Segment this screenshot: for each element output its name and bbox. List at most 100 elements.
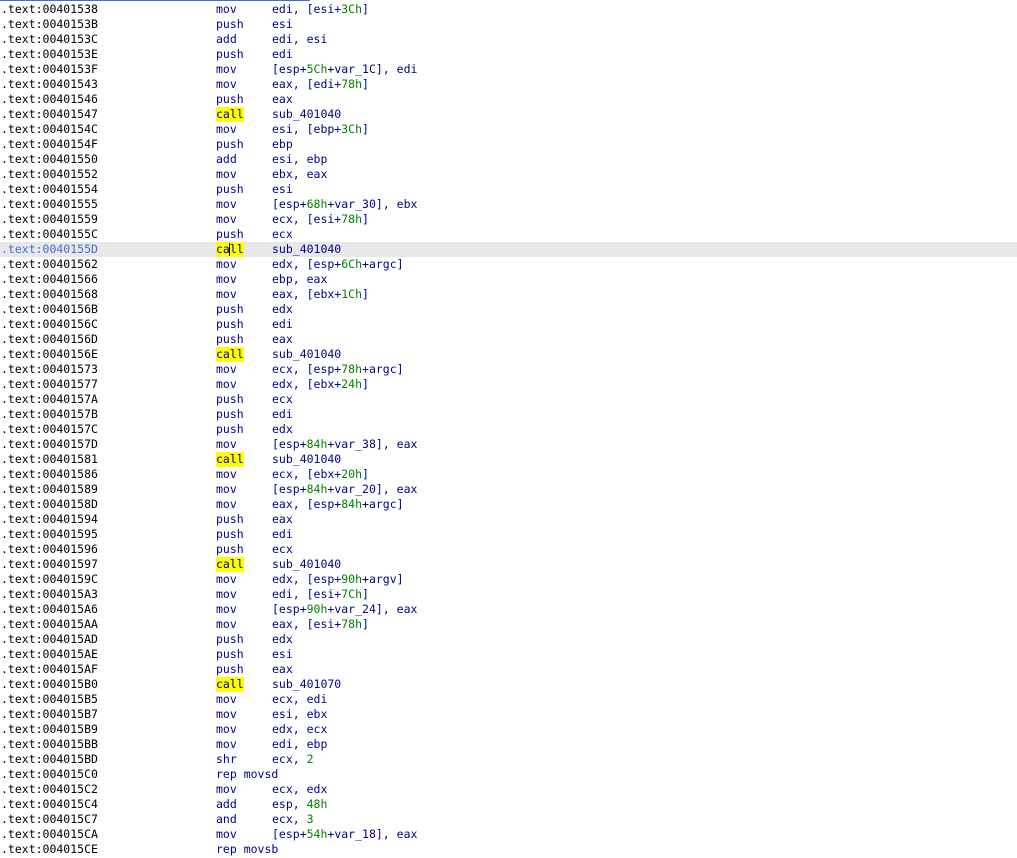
instruction-row[interactable]: .text:00401559 mov ecx, [esi+78h]	[0, 212, 1017, 227]
instruction-address: .text:00401595	[1, 527, 98, 541]
instruction-row[interactable]: .text:00401554 push esi	[0, 182, 1017, 197]
instruction-row[interactable]: .text:00401546 push eax	[0, 92, 1017, 107]
instruction-row[interactable]: .text:004015A6 mov [esp+90h+var_24], eax	[0, 602, 1017, 617]
instruction-row[interactable]: .text:004015B9 mov edx, ecx	[0, 722, 1017, 737]
instruction-address: .text:0040156E	[1, 347, 98, 361]
instruction-row[interactable]: .text:00401589 mov [esp+84h+var_20], eax	[0, 482, 1017, 497]
instruction-mnemonic: mov	[216, 497, 237, 511]
operand-text: esp,	[272, 797, 307, 811]
operand-text: +var_24], eax	[327, 602, 418, 616]
instruction-row[interactable]: .text:0040155C push ecx	[0, 227, 1017, 242]
operand-number: 54h	[306, 827, 328, 841]
operand-number: 84h	[341, 497, 363, 511]
instruction-row[interactable]: .text:00401552 mov ebx, eax	[0, 167, 1017, 182]
operand-text: edi	[272, 47, 293, 61]
instruction-row[interactable]: .text:0040157B push edi	[0, 407, 1017, 422]
instruction-row[interactable]: .text:0040159C mov edx, [esp+90h+argv]	[0, 572, 1017, 587]
instruction-address: .text:00401594	[1, 512, 98, 526]
instruction-address: .text:00401566	[1, 272, 98, 286]
instruction-row[interactable]: .text:00401543 mov eax, [edi+78h]	[0, 77, 1017, 92]
instruction-row[interactable]: .text:0040157A push ecx	[0, 392, 1017, 407]
instruction-row[interactable]: .text:004015B5 mov ecx, edi	[0, 692, 1017, 707]
instruction-operands: ebp, eax	[272, 272, 327, 287]
instruction-address: .text:004015AA	[1, 617, 98, 631]
instruction-operands: esi	[272, 647, 293, 662]
instruction-row[interactable]: .text:0040158D mov eax, [esp+84h+argc]	[0, 497, 1017, 512]
operand-text: ]	[362, 467, 369, 481]
operand-text: ebp	[272, 137, 293, 151]
instruction-row[interactable]: .text:0040156C push edi	[0, 317, 1017, 332]
instruction-row[interactable]: .text:0040154C mov esi, [ebp+3Ch]	[0, 122, 1017, 137]
instruction-row[interactable]: .text:0040157C push edx	[0, 422, 1017, 437]
instruction-row[interactable]: .text:0040153C add edi, esi	[0, 32, 1017, 47]
instruction-row[interactable]: .text:004015C2 mov ecx, edx	[0, 782, 1017, 797]
instruction-row[interactable]: .text:0040156B push edx	[0, 302, 1017, 317]
instruction-row[interactable]: .text:004015BD shr ecx, 2	[0, 752, 1017, 767]
instruction-row[interactable]: .text:00401547 call sub_401040	[0, 107, 1017, 122]
operand-text: ]	[362, 2, 369, 16]
instruction-operands: ecx, [esp+78h+argc]	[272, 362, 404, 377]
instruction-mnemonic: push	[216, 392, 244, 406]
operand-text: ecx, [ebx+	[272, 467, 342, 481]
instruction-operands: [esp+84h+var_38], eax	[272, 437, 417, 452]
instruction-row[interactable]: .text:0040155Dcallsub_401040	[0, 242, 1017, 257]
instruction-row[interactable]: .text:004015CE rep movsb	[0, 842, 1017, 857]
instruction-row[interactable]: .text:004015AE push esi	[0, 647, 1017, 662]
instruction-row[interactable]: .text:00401594 push eax	[0, 512, 1017, 527]
operand-text: eax	[272, 92, 293, 106]
instruction-row[interactable]: .text:004015B7 mov esi, ebx	[0, 707, 1017, 722]
instruction-row[interactable]: .text:004015C0 rep movsd	[0, 767, 1017, 782]
instruction-mnemonic: call	[216, 452, 244, 467]
instruction-mnemonic: push	[216, 227, 244, 241]
operand-text: eax, [esi+	[272, 617, 342, 631]
instruction-row[interactable]: .text:0040156E call sub_401040	[0, 347, 1017, 362]
instruction-row[interactable]: .text:00401586 mov ecx, [ebx+20h]	[0, 467, 1017, 482]
instruction-row[interactable]: .text:004015B0 call sub_401070	[0, 677, 1017, 692]
instruction-row[interactable]: .text:004015AF push eax	[0, 662, 1017, 677]
instruction-row[interactable]: .text:00401581 call sub_401040	[0, 452, 1017, 467]
instruction-mnemonic: mov	[216, 77, 237, 91]
operand-text: edx	[272, 632, 293, 646]
instruction-row[interactable]: .text:004015AD push edx	[0, 632, 1017, 647]
operand-text: ecx,	[272, 812, 307, 826]
instruction-row[interactable]: .text:0040153E push edi	[0, 47, 1017, 62]
instruction-row[interactable]: .text:00401597 call sub_401040	[0, 557, 1017, 572]
instruction-row[interactable]: .text:004015CA mov [esp+54h+var_18], eax	[0, 827, 1017, 842]
instruction-address: .text:004015AD	[1, 632, 98, 646]
instruction-row[interactable]: .text:00401550 add esi, ebp	[0, 152, 1017, 167]
instruction-row[interactable]: .text:00401573 mov ecx, [esp+78h+argc]	[0, 362, 1017, 377]
instruction-row[interactable]: .text:0040153F mov [esp+5Ch+var_1C], edi	[0, 62, 1017, 77]
instruction-row[interactable]: .text:004015BB mov edi, ebp	[0, 737, 1017, 752]
disassembly-view[interactable]: .text:00401538 mov edi, [esi+3Ch] .text:004…	[0, 0, 1017, 858]
instruction-row[interactable]: .text:00401555 mov [esp+68h+var_30], ebx	[0, 197, 1017, 212]
instruction-row[interactable]: .text:00401577 mov edx, [ebx+24h]	[0, 377, 1017, 392]
instruction-mnemonic: add	[216, 797, 237, 811]
instruction-row[interactable]: .text:00401562 mov edx, [esp+6Ch+argc]	[0, 257, 1017, 272]
instruction-row[interactable]: .text:004015C4 add esp, 48h	[0, 797, 1017, 812]
operand-text: edi, ebp	[272, 737, 328, 751]
operand-text: ecx	[272, 392, 293, 406]
instruction-address: .text:00401589	[1, 482, 98, 496]
instruction-row[interactable]: .text:0040156D push eax	[0, 332, 1017, 347]
instruction-row[interactable]: .text:004015C7 and ecx, 3	[0, 812, 1017, 827]
operand-text: ebx, eax	[272, 167, 328, 181]
instruction-mnemonic: add	[216, 152, 237, 166]
instruction-row[interactable]: .text:00401538 mov edi, [esi+3Ch]	[0, 2, 1017, 17]
operand-number: 78h	[341, 362, 363, 376]
instruction-row[interactable]: .text:004015AA mov eax, [esi+78h]	[0, 617, 1017, 632]
instruction-row[interactable]: .text:0040154F push ebp	[0, 137, 1017, 152]
instruction-row[interactable]: .text:0040153B push esi	[0, 17, 1017, 32]
instruction-mnemonic: mov	[216, 167, 237, 181]
instruction-mnemonic: push	[216, 182, 244, 196]
instruction-row[interactable]: .text:0040157D mov [esp+84h+var_38], eax	[0, 437, 1017, 452]
instruction-row[interactable]: .text:00401568 mov eax, [ebx+1Ch]	[0, 287, 1017, 302]
operand-text: edx	[272, 302, 293, 316]
instruction-row[interactable]: .text:00401595 push edi	[0, 527, 1017, 542]
instruction-row[interactable]: .text:004015A3 mov edi, [esi+7Ch]	[0, 587, 1017, 602]
instruction-operands: eax, [edi+78h]	[272, 77, 369, 92]
instruction-row[interactable]: .text:00401596 push ecx	[0, 542, 1017, 557]
instruction-address: .text:00401552	[1, 167, 98, 181]
operand-text: sub_401040	[272, 557, 342, 571]
instruction-row[interactable]: .text:00401566 mov ebp, eax	[0, 272, 1017, 287]
operand-text: edi	[272, 317, 293, 331]
